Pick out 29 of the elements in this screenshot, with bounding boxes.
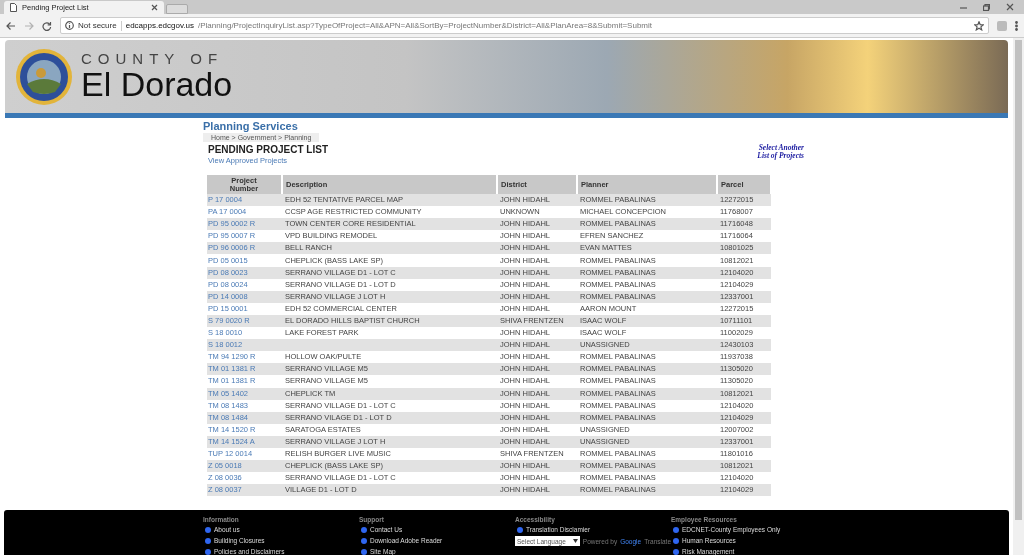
bullet-icon: [205, 537, 211, 544]
security-label: Not secure: [78, 19, 117, 32]
menu-icon[interactable]: [1015, 20, 1018, 31]
bullet-icon: [673, 548, 679, 555]
banner-overline: COUNTY OF: [81, 51, 225, 66]
bullet-icon: [673, 526, 679, 533]
bullet-icon: [361, 548, 367, 555]
url-domain: edcapps.edcgov.us: [125, 19, 195, 32]
bullet-icon: [361, 526, 367, 533]
url-path: /Planning/ProjectInquiryList.asp?TypeOfProject=All&APN=All&SortBy=ProjectNumber&District=All&PlanArea=8&Submit=Submit: [198, 19, 653, 32]
banner-title: El Dorado: [81, 66, 233, 102]
address-bar[interactable]: Not secure edcapps.edcgov.us /Planning/ProjectInquiryList.asp?TypeOfProject=All&APN=All&SortBy=ProjectNumber&District=All&PlanArea=8&Submit=Submit: [60, 17, 989, 34]
bullet-icon: [673, 537, 679, 544]
bullet-icon: [205, 548, 211, 555]
dropdown-caret-icon: [572, 539, 578, 543]
bullet-icon: [517, 526, 523, 533]
restore-icon[interactable]: [983, 3, 990, 11]
close-icon[interactable]: [1006, 3, 1014, 11]
info-icon[interactable]: [65, 21, 74, 30]
county-seal-icon: [15, 47, 73, 106]
page-title: PENDING PROJECT LIST: [208, 144, 328, 156]
back-arrow-icon[interactable]: [6, 20, 16, 31]
reload-icon[interactable]: [42, 20, 52, 31]
page-icon: [10, 3, 17, 12]
section-title: Planning Services: [203, 120, 299, 133]
close-icon[interactable]: [151, 4, 158, 11]
star-icon[interactable]: [974, 20, 984, 31]
bullet-icon: [205, 526, 211, 533]
bullet-icon: [361, 537, 367, 544]
